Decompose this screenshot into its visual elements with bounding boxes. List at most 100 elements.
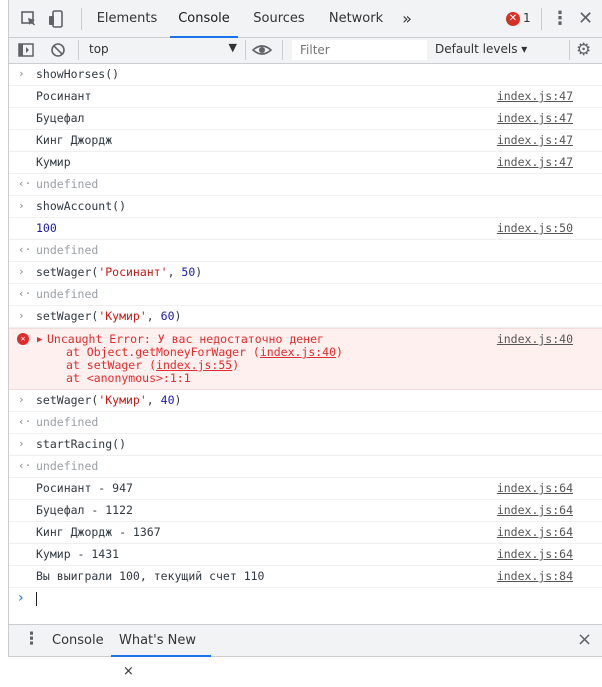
drawer-tab-whats-new[interactable]: What's New × [111, 625, 211, 679]
log-text: Кинг Джордж - 1367 [36, 525, 161, 539]
source-link[interactable]: index.js:47 [497, 108, 573, 128]
source-link[interactable]: index.js:64 [497, 478, 573, 498]
console-input-row: › showHorses() [9, 64, 602, 86]
log-text: Буцефал - 1122 [36, 503, 133, 517]
source-link[interactable]: index.js:64 [497, 500, 573, 520]
input-chevron-icon: › [18, 199, 25, 212]
kebab-menu-icon[interactable]: ⋮ [551, 8, 569, 29]
stack-link[interactable]: index.js:55 [156, 358, 232, 372]
toolbar-divider [282, 40, 283, 60]
result-text: undefined [36, 415, 99, 429]
source-link[interactable]: index.js:84 [497, 566, 573, 586]
source-link[interactable]: index.js:64 [497, 544, 573, 564]
tab-sources[interactable]: Sources [247, 0, 311, 37]
drawer-menu-icon[interactable]: ⋮ [23, 629, 40, 649]
log-text: Вы выиграли 100, текущий счет 110 [36, 569, 265, 583]
show-sidebar-icon[interactable] [18, 42, 34, 61]
log-text: Кинг Джордж [36, 133, 113, 147]
expand-triangle-icon[interactable]: ▶ [37, 334, 42, 347]
cmd-number-arg: 50 [181, 265, 196, 279]
source-link[interactable]: index.js:50 [497, 218, 573, 238]
input-chevron-icon: › [18, 67, 25, 80]
result-text: undefined [36, 177, 99, 191]
close-tab-icon[interactable]: × [123, 664, 134, 679]
command-text: startRacing() [36, 437, 127, 451]
log-row: Кинг Джордж index.js:47 [9, 130, 602, 152]
command-text: showAccount() [36, 199, 127, 213]
toolbar-divider [245, 40, 246, 60]
log-text: Росинант - 947 [36, 481, 133, 495]
source-link[interactable]: index.js:47 [497, 86, 573, 106]
close-drawer-icon[interactable]: × [577, 629, 592, 650]
cmd-fn: setWager( [36, 265, 99, 279]
stack-frame: at <anonymous>:1:1 [66, 371, 191, 385]
cmd-number-arg: 60 [160, 309, 175, 323]
error-icon: ✕ [17, 333, 29, 345]
toolbar-divider [541, 8, 542, 30]
filter-input[interactable] [292, 40, 427, 60]
chevron-down-icon: ▼ [228, 41, 237, 54]
input-chevron-icon: › [18, 393, 25, 406]
result-arrow-icon: ‹· [18, 243, 32, 256]
source-link[interactable]: index.js:47 [497, 152, 573, 172]
close-devtools-icon[interactable]: ✕ [578, 8, 593, 29]
clear-console-icon[interactable] [50, 42, 66, 61]
log-row: Кумир index.js:47 [9, 152, 602, 174]
context-selector[interactable]: top ▼ [83, 38, 241, 62]
log-row: Кумир - 1431 index.js:64 [9, 544, 602, 566]
console-input-row: › setWager('Кумир', 40) [9, 390, 602, 412]
toolbar-divider [569, 40, 570, 60]
cmd-sep: , [146, 393, 161, 407]
inspect-element-icon[interactable] [19, 9, 39, 29]
drawer-tab-console[interactable]: Console [52, 625, 104, 656]
console-toolbar: top ▼ Default levels ▾ ⚙ [9, 38, 602, 64]
tab-network[interactable]: Network [320, 0, 392, 37]
log-levels-dropdown[interactable]: Default levels ▾ [435, 42, 527, 56]
stack-text: ) [232, 358, 240, 372]
console-input-row: › setWager('Кумир', 60) [9, 306, 602, 328]
command-text: showHorses() [36, 67, 120, 81]
cmd-string-arg: 'Кумир' [98, 393, 147, 407]
command-text: setWager('Кумир', 40) [36, 390, 181, 410]
result-row: ‹· undefined [9, 456, 602, 478]
cmd-string-arg: 'Кумир' [98, 309, 147, 323]
prompt-chevron-icon: › [18, 590, 24, 606]
tab-console[interactable]: Console [170, 0, 238, 38]
error-message-row: ✕ ▶ Uncaught Error: У вас недостаточно д… [9, 328, 602, 390]
console-input-row: › startRacing() [9, 434, 602, 456]
log-text: Росинант [36, 89, 92, 103]
log-row: Буцефал index.js:47 [9, 108, 602, 130]
toolbar-divider [78, 40, 79, 60]
console-log: › showHorses() Росинант index.js:47 Буцеф… [9, 64, 602, 610]
gear-icon[interactable]: ⚙ [576, 40, 591, 60]
live-expression-eye-icon[interactable] [251, 42, 273, 61]
source-link[interactable]: index.js:47 [497, 130, 573, 150]
source-link[interactable]: index.js:64 [497, 522, 573, 542]
log-row: 100 index.js:50 [9, 218, 602, 240]
input-chevron-icon: › [18, 265, 25, 278]
console-prompt[interactable]: › [9, 588, 602, 610]
result-row: ‹· undefined [9, 174, 602, 196]
cmd-end: ) [195, 265, 203, 279]
cmd-fn: setWager( [36, 393, 99, 407]
stack-text: at setWager ( [66, 358, 157, 372]
log-text: Кумир [36, 155, 71, 169]
result-row: ‹· undefined [9, 240, 602, 262]
devtools-tabbar: Elements Console Sources Network » ✕ 1 ⋮… [9, 0, 602, 38]
stack-text: ) [336, 345, 343, 359]
drawer-tabbar: ⋮ Console What's New × × [9, 624, 602, 679]
more-tabs-button[interactable]: » [397, 0, 417, 37]
text-cursor [36, 592, 37, 606]
tab-elements[interactable]: Elements [91, 0, 163, 37]
cmd-sep: , [167, 265, 182, 279]
cmd-fn: setWager( [36, 309, 99, 323]
result-arrow-icon: ‹· [18, 287, 32, 300]
error-icon[interactable]: ✕ [506, 12, 520, 26]
error-count[interactable]: 1 [523, 11, 531, 25]
device-toolbar-icon[interactable] [47, 9, 67, 29]
source-link[interactable]: index.js:40 [497, 333, 573, 346]
cmd-number-arg: 40 [160, 393, 175, 407]
toolbar-divider [81, 8, 82, 30]
cmd-string-arg: 'Росинант' [98, 265, 168, 279]
stack-link[interactable]: index.js:40 [260, 345, 336, 359]
